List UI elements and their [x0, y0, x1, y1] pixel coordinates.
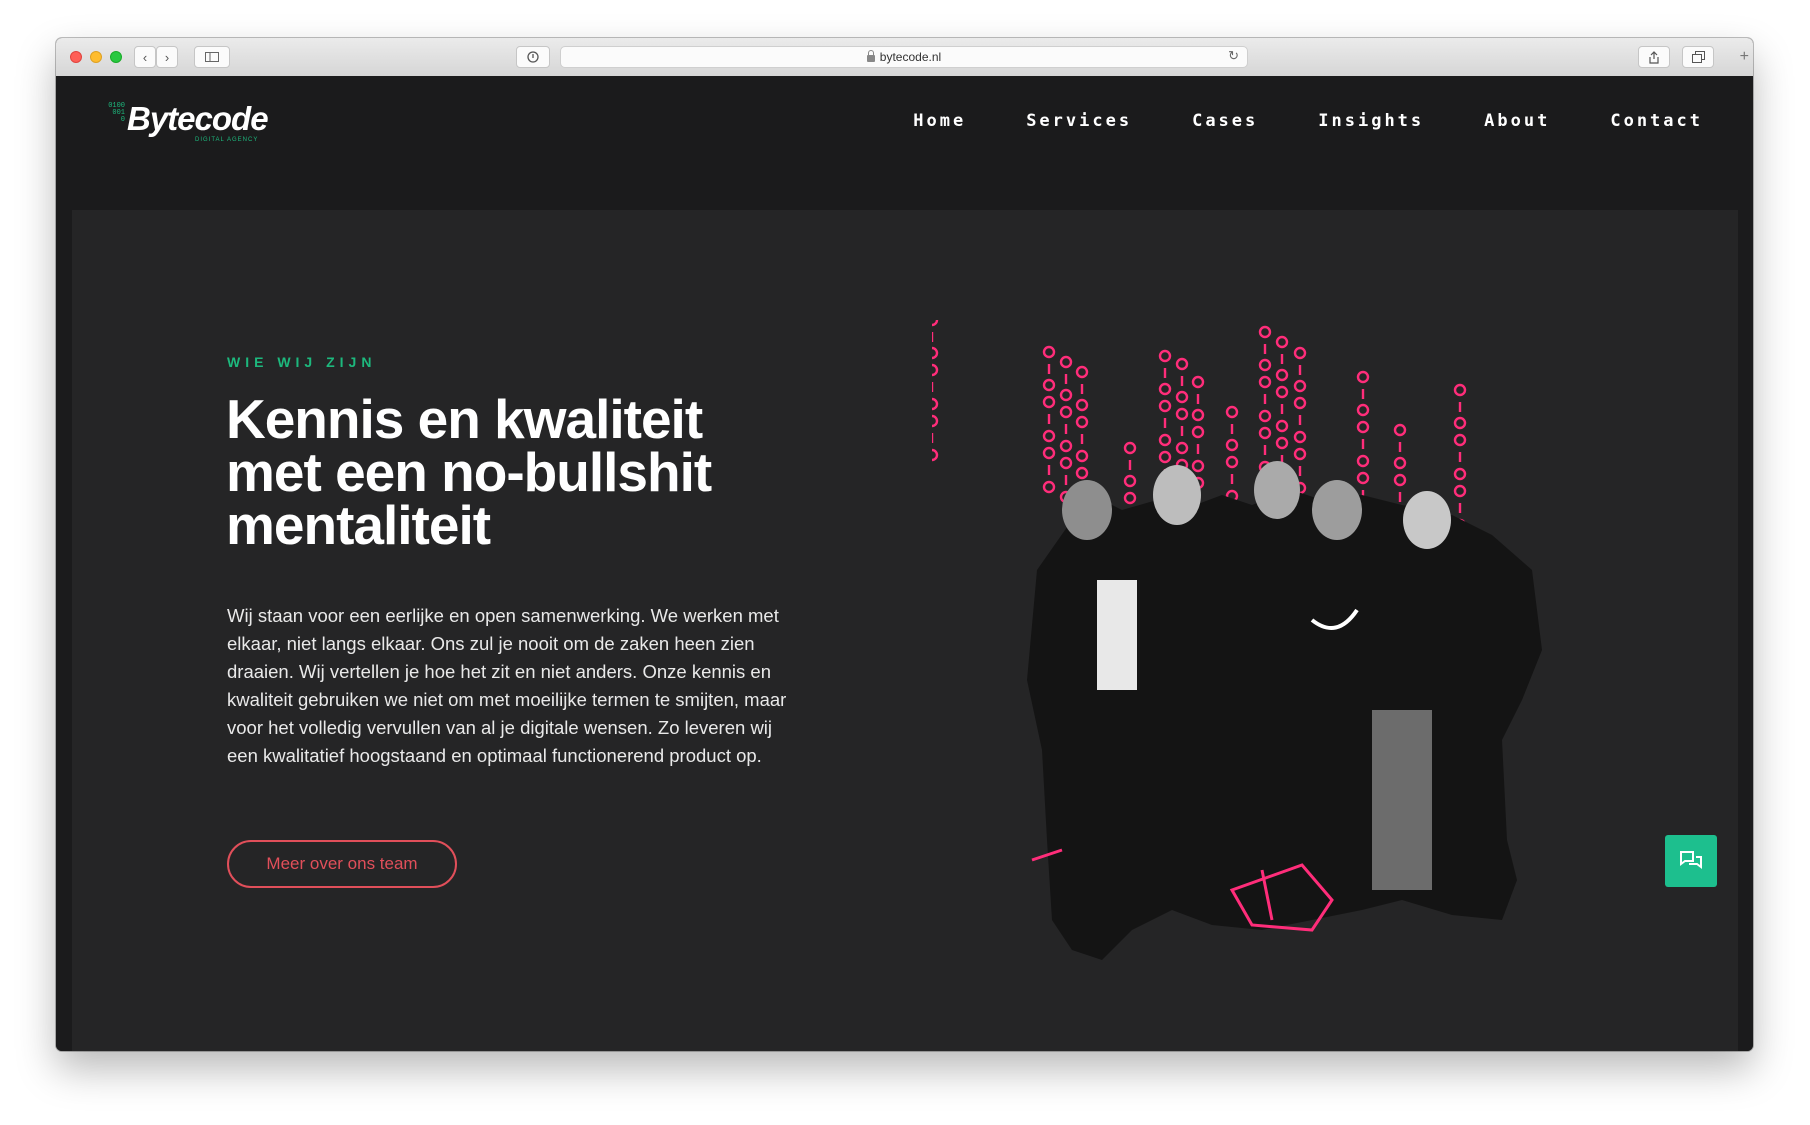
- share-icon: [1649, 50, 1659, 64]
- sidebar-toggle-button[interactable]: [194, 46, 230, 68]
- forward-button[interactable]: ›: [156, 46, 178, 68]
- nav-home[interactable]: Home: [913, 111, 966, 131]
- chat-icon: [1680, 851, 1702, 869]
- team-cta-button[interactable]: Meer over ons team: [227, 840, 457, 888]
- chat-widget-button[interactable]: [1665, 835, 1717, 887]
- zoom-window-button[interactable]: [110, 51, 122, 63]
- chevron-right-icon: ›: [164, 49, 170, 65]
- browser-window: ‹ › bytecode.nl ↻ + 0100 001 0 Bytecode …: [56, 38, 1753, 1051]
- logo-binary: 0100 001 0: [108, 102, 125, 124]
- reload-icon[interactable]: ↻: [1228, 48, 1239, 64]
- new-tab-button[interactable]: +: [1740, 48, 1749, 66]
- tabs-icon: [1691, 51, 1705, 63]
- hero-headline: Kennis en kwaliteit met een no-bullshit …: [226, 388, 712, 556]
- logo-wordmark: Bytecode: [127, 100, 269, 137]
- minimize-window-button[interactable]: [90, 51, 102, 63]
- close-window-button[interactable]: [70, 51, 82, 63]
- shield-icon: [527, 51, 539, 63]
- address-bar[interactable]: bytecode.nl ↻: [560, 46, 1248, 68]
- nav-contact[interactable]: Contact: [1610, 111, 1703, 131]
- team-photo-icon: [932, 320, 1542, 960]
- nav-about[interactable]: About: [1484, 111, 1550, 131]
- chevron-left-icon: ‹: [142, 49, 148, 65]
- nav-services[interactable]: Services: [1026, 111, 1132, 131]
- sidebar-icon: [205, 52, 219, 62]
- hero-body: Wij staan voor een eerlijke en open same…: [227, 605, 787, 766]
- nav-insights[interactable]: Insights: [1318, 111, 1424, 131]
- main-nav: Home Services Cases Insights About Conta…: [853, 111, 1703, 131]
- logo-tagline: DIGITAL AGENCY: [195, 137, 259, 143]
- hero-eyebrow: WIE WIJ ZIJN: [227, 354, 377, 370]
- privacy-report-button[interactable]: [516, 46, 550, 68]
- share-button[interactable]: [1638, 46, 1670, 68]
- tabs-overview-button[interactable]: [1682, 46, 1714, 68]
- url-text: bytecode.nl: [879, 50, 942, 64]
- page: 0100 001 0 Bytecode DIGITAL AGENCY Home …: [56, 76, 1753, 1051]
- nav-cases[interactable]: Cases: [1192, 111, 1258, 131]
- back-button[interactable]: ‹: [134, 46, 156, 68]
- lock-icon: [866, 49, 875, 62]
- team-silhouettes: [1027, 461, 1542, 960]
- hero-section: WIE WIJ ZIJN Kennis en kwaliteit met een…: [72, 210, 1738, 1051]
- browser-toolbar: ‹ › bytecode.nl ↻ +: [56, 38, 1753, 77]
